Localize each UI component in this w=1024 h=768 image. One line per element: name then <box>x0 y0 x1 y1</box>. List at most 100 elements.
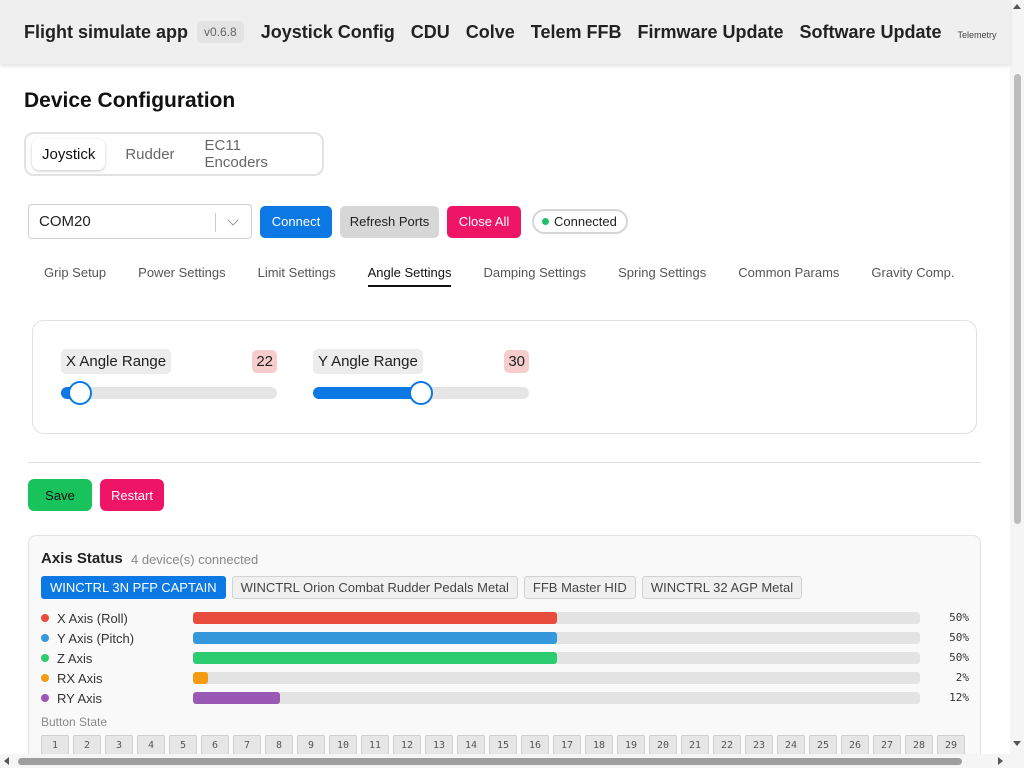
settings-tab-angle-settings[interactable]: Angle Settings <box>367 265 452 287</box>
angle-settings-card: X Angle Range 22 Y Angle Range 30 <box>32 320 977 434</box>
button-state-cell: 27 <box>873 735 901 755</box>
y-angle-slider[interactable] <box>313 381 529 405</box>
axis-percent: 50% <box>949 651 969 664</box>
button-state-cell: 28 <box>905 735 933 755</box>
axis-progress-bar <box>193 692 920 704</box>
scroll-right-icon[interactable] <box>998 757 1003 765</box>
nav-colve[interactable]: Colve <box>466 22 515 43</box>
button-state-grid: 1 2 3 4 5 6 7 8 9 10 11 12 13 14 15 16 17 18 19 20 21 22 23 24 2… <box>41 735 969 755</box>
button-state-cell: 25 <box>809 735 837 755</box>
horizontal-scrollbar[interactable] <box>0 754 1010 768</box>
button-state-cell: 8 <box>265 735 293 755</box>
axis-row: Y Axis (Pitch) 50% <box>41 630 969 646</box>
vertical-scrollbar[interactable] <box>1010 0 1024 768</box>
device-tab-winctrl-orion-combat-rudder-pedals-metal[interactable]: WINCTRL Orion Combat Rudder Pedals Metal <box>231 576 518 599</box>
restart-button[interactable]: Restart <box>100 479 164 511</box>
axis-progress-fill <box>193 672 208 684</box>
axis-row: RX Axis 2% <box>41 670 969 686</box>
axis-name: RX Axis <box>57 670 103 686</box>
y-angle-slider-group: Y Angle Range 30 <box>313 349 529 405</box>
axis-status-subtitle: 4 device(s) connected <box>131 552 259 567</box>
axis-progress-bar <box>193 612 920 624</box>
version-badge: v0.6.8 <box>197 21 244 43</box>
device-tab-winctrl-32-agp-metal[interactable]: WINCTRL 32 AGP Metal <box>641 576 803 599</box>
axis-status-title: Axis Status <box>41 550 123 567</box>
axis-percent: 2% <box>955 671 969 684</box>
settings-tab-grip-setup[interactable]: Grip Setup <box>44 265 106 287</box>
axis-row: Z Axis 50% <box>41 650 969 666</box>
nav-joystick-config[interactable]: Joystick Config <box>261 22 395 43</box>
port-toolbar: COM20 Connect Refresh Ports Close All Co… <box>28 204 628 239</box>
nav-firmware-update[interactable]: Firmware Update <box>637 22 783 43</box>
button-state-cell: 7 <box>233 735 261 755</box>
button-state-cell: 18 <box>585 735 613 755</box>
connection-status-text: Connected <box>554 214 617 229</box>
x-angle-slider[interactable] <box>61 381 277 405</box>
button-state-cell: 10 <box>329 735 357 755</box>
axis-color-dot-icon <box>41 614 49 622</box>
axis-percent: 50% <box>949 611 969 624</box>
tab-joystick[interactable]: Joystick <box>32 138 106 170</box>
top-navbar: Flight simulate app v0.6.8 Joystick Conf… <box>0 0 1010 64</box>
axis-name: Y Axis (Pitch) <box>57 630 135 646</box>
axis-name: Z Axis <box>57 650 93 666</box>
port-select[interactable]: COM20 <box>28 204 252 239</box>
nav-telem-ffb[interactable]: Telem FFB <box>531 22 622 43</box>
x-angle-value: 22 <box>252 350 277 373</box>
action-buttons: Save Restart <box>28 479 164 511</box>
settings-tab-limit-settings[interactable]: Limit Settings <box>258 265 336 287</box>
page-title: Device Configuration <box>24 89 236 112</box>
connection-status-badge: Connected <box>532 209 628 234</box>
axis-percent: 12% <box>949 691 969 704</box>
connect-button[interactable]: Connect <box>260 205 332 238</box>
axis-progress-fill <box>193 652 557 664</box>
x-angle-slider-thumb[interactable] <box>68 381 92 405</box>
settings-tabs: Grip Setup Power Settings Limit Settings An… <box>44 265 984 289</box>
nav-cdu[interactable]: CDU <box>411 22 450 43</box>
scroll-up-icon[interactable] <box>1013 4 1021 9</box>
axis-progress-fill <box>193 632 557 644</box>
scroll-left-icon[interactable] <box>4 757 9 765</box>
settings-tab-damping-settings[interactable]: Damping Settings <box>483 265 586 287</box>
scroll-down-icon[interactable] <box>1013 741 1021 746</box>
button-state-cell: 14 <box>457 735 485 755</box>
axis-row: RY Axis 12% <box>41 690 969 706</box>
vertical-scroll-thumb[interactable] <box>1014 74 1021 524</box>
button-state-cell: 20 <box>649 735 677 755</box>
save-button[interactable]: Save <box>28 479 92 511</box>
chevron-down-icon[interactable] <box>227 214 239 226</box>
button-state-cell: 24 <box>777 735 805 755</box>
button-state-cell: 5 <box>169 735 197 755</box>
y-angle-slider-thumb[interactable] <box>409 381 433 405</box>
horizontal-scroll-thumb[interactable] <box>18 758 962 765</box>
button-state-cell: 15 <box>489 735 517 755</box>
button-state-label: Button State <box>41 715 108 729</box>
settings-tab-power-settings[interactable]: Power Settings <box>138 265 225 287</box>
tab-ec11-encoders[interactable]: EC11 Encoders <box>195 130 312 178</box>
telemetry-link[interactable]: Telemetry <box>958 30 997 40</box>
close-all-button[interactable]: Close All <box>447 205 521 238</box>
main-nav: Joystick Config CDU Colve Telem FFB Firmware… <box>261 22 958 43</box>
tab-rudder[interactable]: Rudder <box>115 139 184 170</box>
button-state-cell: 21 <box>681 735 709 755</box>
button-state-cell: 17 <box>553 735 581 755</box>
settings-tab-gravity-comp[interactable]: Gravity Comp. <box>871 265 954 287</box>
settings-tab-spring-settings[interactable]: Spring Settings <box>618 265 706 287</box>
refresh-ports-button[interactable]: Refresh Ports <box>340 205 439 238</box>
settings-tab-common-params[interactable]: Common Params <box>738 265 839 287</box>
device-tab-ffb-master-hid[interactable]: FFB Master HID <box>523 576 636 599</box>
button-state-cell: 22 <box>713 735 741 755</box>
axis-progress-fill <box>193 612 557 624</box>
device-tab-winctrl-3n-pfp-captain[interactable]: WINCTRL 3N PFP CAPTAIN <box>41 576 226 599</box>
x-angle-label: X Angle Range <box>61 349 172 374</box>
y-angle-label: Y Angle Range <box>313 349 423 374</box>
button-state-cell: 3 <box>105 735 133 755</box>
port-select-value: COM20 <box>39 213 91 230</box>
button-state-cell: 6 <box>201 735 229 755</box>
nav-software-update[interactable]: Software Update <box>800 22 942 43</box>
button-state-cell: 9 <box>297 735 325 755</box>
button-state-cell: 19 <box>617 735 645 755</box>
device-tabs: Joystick Rudder EC11 Encoders <box>24 132 324 176</box>
x-angle-slider-group: X Angle Range 22 <box>61 349 277 405</box>
section-divider <box>28 462 981 463</box>
